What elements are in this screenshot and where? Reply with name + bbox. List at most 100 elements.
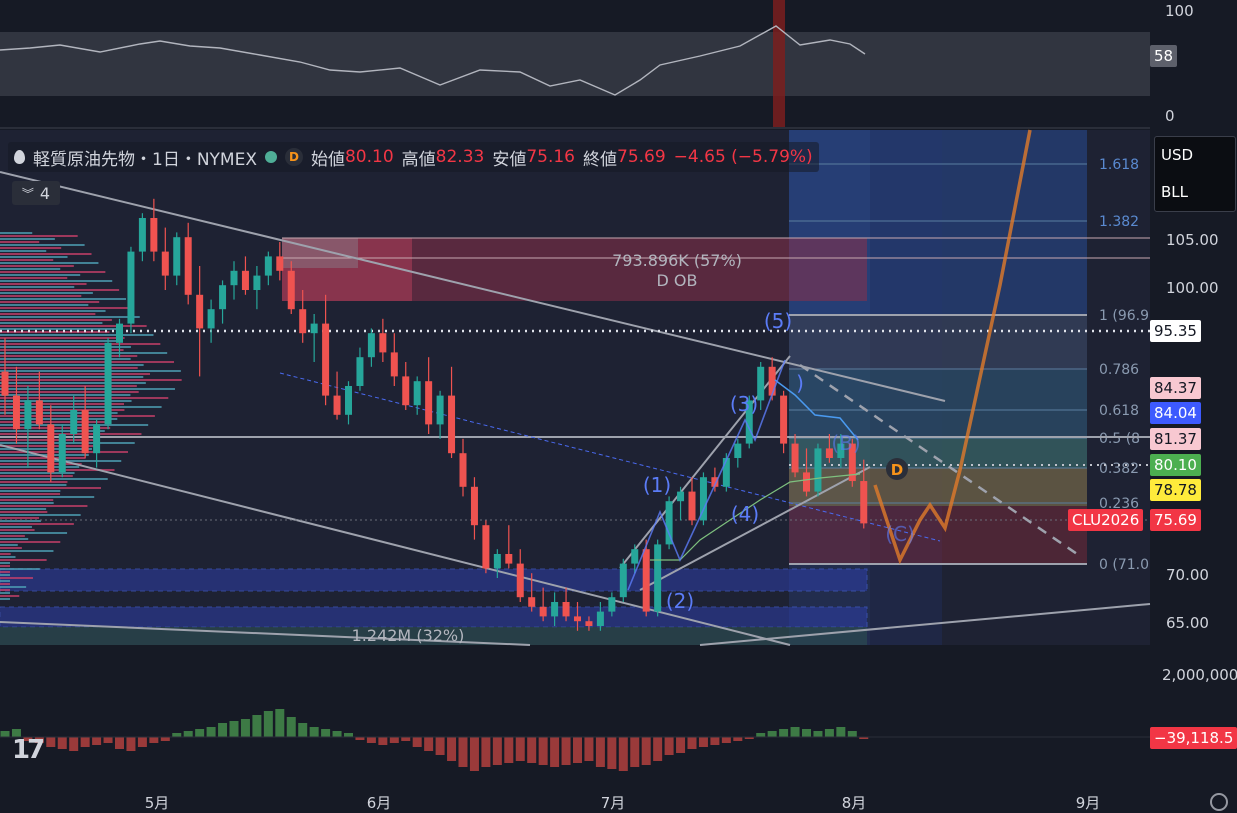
volume-profile-bar xyxy=(0,316,140,318)
time-tick-label: 9月 xyxy=(1076,794,1101,812)
volume-profile-bar xyxy=(0,319,112,321)
currency-unit-box[interactable]: USD BLL xyxy=(1154,136,1236,212)
volume-bar xyxy=(767,731,777,737)
volume-profile-bar xyxy=(0,310,106,312)
fib-zone-mid xyxy=(789,370,1087,438)
volume-profile-bar xyxy=(0,496,95,498)
candle-body xyxy=(35,400,43,425)
volume-bar xyxy=(756,733,766,737)
price-tag-78-78: 78.78 xyxy=(1150,479,1201,501)
volume-profile-bar xyxy=(0,481,68,483)
unit-label: BLL xyxy=(1161,183,1189,201)
volume-profile-bar xyxy=(0,250,47,252)
candle-body xyxy=(207,309,215,329)
d-marker-label: D xyxy=(891,461,903,479)
collapse-indicators-button[interactable]: ︾ 4 xyxy=(12,181,60,205)
volume-bar xyxy=(286,717,296,737)
ob-name-label: D OB xyxy=(657,271,698,290)
volume-profile-bar xyxy=(0,385,137,387)
candle-body xyxy=(551,602,559,617)
volume-profile-bar xyxy=(0,382,146,384)
volume-bar xyxy=(424,737,434,751)
volume-bar xyxy=(69,737,79,751)
fib-zone-upper xyxy=(789,316,1087,370)
volume-bar xyxy=(607,737,617,769)
candle-body xyxy=(310,323,318,334)
volume-bar xyxy=(412,737,422,747)
volume-profile-bar xyxy=(0,514,81,516)
price-tick-100: 100.00 xyxy=(1166,279,1219,297)
volume-profile-bar xyxy=(0,388,175,390)
volume-profile-bar xyxy=(0,280,113,282)
volume-profile-bar xyxy=(0,544,18,546)
volume-bar xyxy=(630,737,640,767)
candle-body xyxy=(470,486,478,526)
chevron-icon: ︾ xyxy=(21,186,34,201)
candle-body xyxy=(814,448,822,492)
volume-bar xyxy=(538,737,548,765)
candle-body xyxy=(608,597,616,612)
volume-profile-bar xyxy=(0,523,74,525)
volume-profile-bar xyxy=(0,295,82,297)
candle-body xyxy=(299,309,307,334)
volume-bar xyxy=(721,737,731,743)
candle-body xyxy=(413,381,421,406)
volume-profile-bar xyxy=(0,538,29,540)
volume-value-tag: −39,118.5 xyxy=(1150,727,1237,749)
open-value: 80.10 xyxy=(344,147,394,167)
candle-body xyxy=(333,395,341,415)
volume-bar xyxy=(698,737,708,747)
volume-bar xyxy=(103,737,113,743)
candle-body xyxy=(803,472,810,492)
chart-legend[interactable]: 軽質原油先物・1日・NYMEX D 始値 80.10 高値 82.33 安値 75.1… xyxy=(8,142,819,172)
volume-axis-label: 2,000,000 xyxy=(1162,666,1237,684)
volume-profile-bar xyxy=(0,484,67,486)
fib-label: 0.618 xyxy=(1099,403,1139,419)
volume-profile-bar xyxy=(0,247,62,249)
volume-bar xyxy=(183,731,193,737)
settings-gear-icon[interactable] xyxy=(1210,793,1228,811)
currency-label: USD xyxy=(1161,146,1194,164)
price-tag-84-04: 84.04 xyxy=(1150,402,1201,424)
volume-profile-bar xyxy=(0,331,110,333)
volume-profile-bar xyxy=(0,586,27,588)
volume-profile-bar xyxy=(0,526,32,528)
candle-body xyxy=(219,285,227,310)
candle-body xyxy=(562,602,570,617)
wave-b-label: (B) xyxy=(831,431,860,455)
candle-body xyxy=(93,424,101,454)
tradingview-logo[interactable]: 17 xyxy=(12,735,45,765)
candle-body xyxy=(12,395,20,430)
volume-profile-bar xyxy=(0,562,10,564)
volume-bar xyxy=(492,737,502,765)
osc-axis-0: 0 xyxy=(1165,107,1175,125)
symbol-name[interactable]: 軽質原油先物・1日・NYMEX xyxy=(33,145,257,170)
oscillator-value-tag: 58 xyxy=(1150,45,1178,67)
candle-body xyxy=(436,395,444,425)
candle-body xyxy=(322,323,330,396)
volume-bar xyxy=(733,737,743,741)
volume-profile-bar xyxy=(0,361,175,363)
candle-body xyxy=(482,525,490,569)
candle-body xyxy=(860,481,868,524)
volume-bar xyxy=(847,731,857,737)
volume-profile-bar xyxy=(0,340,117,342)
volume-profile-bar xyxy=(0,244,85,246)
volume-profile-bar xyxy=(0,505,88,507)
bottom-volume-label: 1.242M (32%) xyxy=(352,626,465,645)
candle-body xyxy=(253,275,261,290)
volume-bar xyxy=(252,715,262,737)
volume-profile-bar xyxy=(0,301,100,303)
price-chart[interactable]: 1.6181.3821 (96.90.7860.6180.5 (80.3820.… xyxy=(0,0,1237,813)
volume-bar xyxy=(447,737,457,761)
candle-body xyxy=(631,549,639,564)
time-axis[interactable]: 5月 6月 7月 8月 9月 xyxy=(145,794,1101,812)
candle-body xyxy=(184,237,192,295)
volume-bar xyxy=(641,737,651,765)
volume-profile-bar xyxy=(0,253,92,255)
time-tick-label: 6月 xyxy=(367,794,392,812)
volume-profile-bar xyxy=(0,370,181,372)
price-tick-105: 105.00 xyxy=(1166,231,1219,249)
wave-c-label: (C) xyxy=(885,522,915,546)
volume-bar xyxy=(321,729,331,737)
